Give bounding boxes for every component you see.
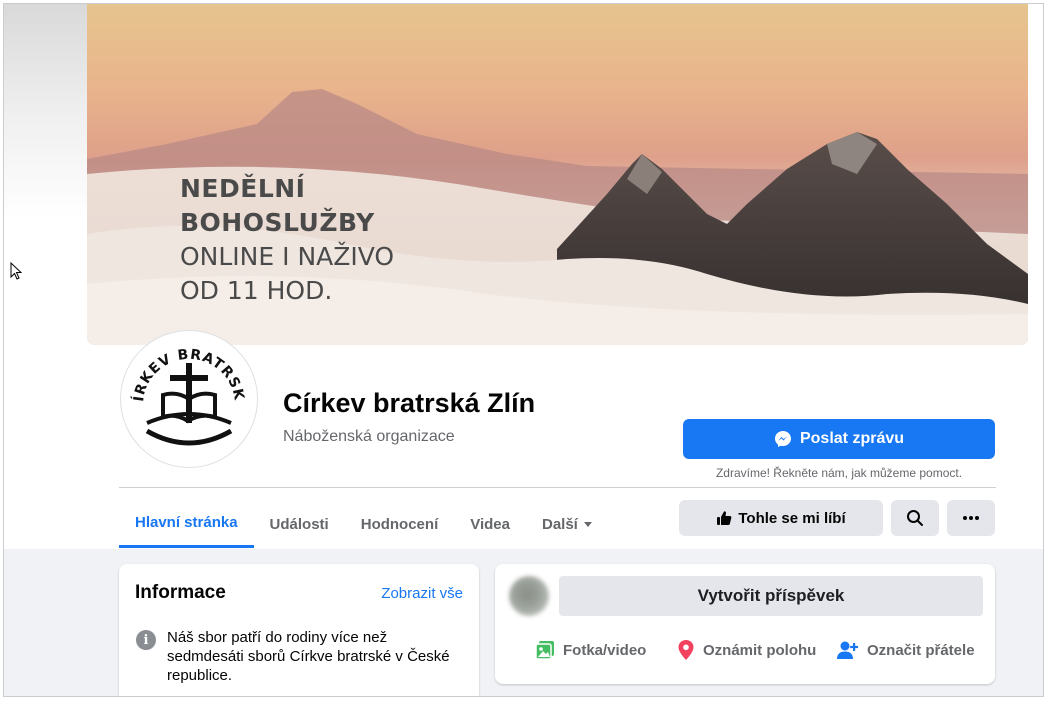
location-pin-icon <box>678 640 694 660</box>
tag-friends-icon <box>837 641 859 659</box>
messenger-icon <box>774 431 791 447</box>
more-icon <box>963 516 979 520</box>
cover-headline: NEDĚLNÍ BOHOSLUŽBY ONLINE I NAŽIVO OD 11… <box>180 172 394 308</box>
thumbs-up-icon <box>717 511 732 525</box>
tag-friends-label: Označit přátele <box>867 641 975 659</box>
mouse-cursor-icon <box>10 262 22 280</box>
page-category[interactable]: Náboženská organizace <box>283 428 455 446</box>
message-hint: Zdravíme! Řekněte nám, jak můžeme pomoct… <box>715 466 963 480</box>
tab-events[interactable]: Události <box>254 500 345 548</box>
send-message-label: Poslat zprávu <box>799 430 905 447</box>
photo-icon <box>535 641 554 660</box>
tab-reviews[interactable]: Hodnocení <box>345 500 455 548</box>
more-options-button[interactable] <box>947 500 995 536</box>
like-page-button[interactable]: Tohle se mi líbí <box>679 500 883 536</box>
send-message-button[interactable]: Poslat zprávu <box>683 419 995 459</box>
like-label: Tohle se mi líbí <box>738 509 846 527</box>
info-card: Informace Zobrazit vše i Náš sbor patří … <box>119 564 479 696</box>
left-fade <box>4 4 88 274</box>
header-divider <box>119 487 996 488</box>
page-title: Církev bratrská Zlín <box>283 388 536 418</box>
check-in-button[interactable]: Oznámit polohu <box>677 638 816 662</box>
photo-video-button[interactable]: Fotka/video <box>535 638 646 662</box>
page-tabs: Hlavní stránka Události Hodnocení Videa … <box>119 500 608 548</box>
tab-home[interactable]: Hlavní stránka <box>119 500 254 548</box>
search-button[interactable] <box>891 500 939 536</box>
tab-more[interactable]: Další <box>526 500 608 548</box>
profile-picture[interactable]: CÍRKEV BRATRSKÁ <box>121 331 257 467</box>
cover-line-1: NEDĚLNÍ <box>180 174 306 203</box>
avatar[interactable] <box>509 576 549 616</box>
cover-photo[interactable]: NEDĚLNÍ BOHOSLUŽBY ONLINE I NAŽIVO OD 11… <box>87 4 1028 345</box>
info-icon: i <box>136 630 156 650</box>
church-logo: CÍRKEV BRATRSKÁ <box>125 335 246 446</box>
see-all-link[interactable]: Zobrazit vše <box>381 585 463 602</box>
cover-line-2: BOHOSLUŽBY <box>180 208 375 237</box>
info-description: Náš sbor patří do rodiny více než sedmde… <box>167 629 450 684</box>
cover-line-3: ONLINE I NAŽIVO <box>180 242 395 271</box>
page-frame: NEDĚLNÍ BOHOSLUŽBY ONLINE I NAŽIVO OD 11… <box>3 3 1044 697</box>
create-post-button[interactable]: Vytvořit příspěvek <box>559 576 983 616</box>
chevron-down-icon <box>583 521 592 527</box>
photo-video-label: Fotka/video <box>563 641 647 659</box>
tag-friends-button[interactable]: Označit přátele <box>837 638 975 662</box>
create-post-card: Vytvořit příspěvek Fotka/video Oznámit p… <box>495 564 995 684</box>
search-icon <box>907 510 923 526</box>
tab-videos[interactable]: Videa <box>454 500 526 548</box>
cover-line-4: OD 11 HOD. <box>180 276 333 305</box>
check-in-label: Oznámit polohu <box>703 641 817 659</box>
info-title: Informace <box>135 582 226 603</box>
